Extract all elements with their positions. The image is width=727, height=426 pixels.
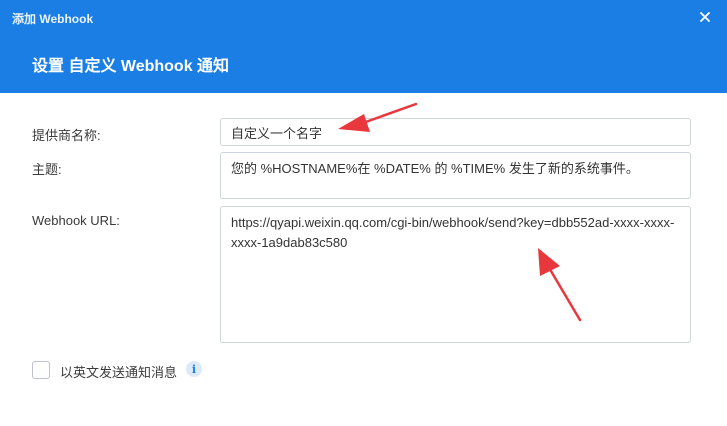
english-option-label: 以英文发送通知消息 (60, 365, 178, 380)
webhook-url-label: Webhook URL: (32, 213, 120, 228)
webhook-url-textarea[interactable]: https://qyapi.weixin.qq.com/cgi-bin/webh… (220, 206, 691, 343)
red-arrow-icon (338, 102, 418, 132)
close-button[interactable] (695, 7, 715, 27)
dialog-heading: 设置 自定义 Webhook 通知 (32, 58, 230, 75)
info-icon[interactable]: i (186, 361, 202, 377)
provider-input[interactable] (220, 118, 691, 146)
subject-label: 主题: (32, 162, 62, 177)
dialog-header: 添加 Webhook 设置 自定义 Webhook 通知 (0, 0, 727, 93)
english-option-checkbox[interactable] (32, 361, 50, 379)
subject-textarea[interactable]: 您的 %HOSTNAME%在 %DATE% 的 %TIME% 发生了新的系统事件… (220, 152, 691, 199)
provider-label: 提供商名称: (32, 128, 101, 143)
close-icon (700, 12, 710, 22)
red-arrow-icon (538, 248, 582, 322)
window-title: 添加 Webhook (12, 12, 94, 26)
